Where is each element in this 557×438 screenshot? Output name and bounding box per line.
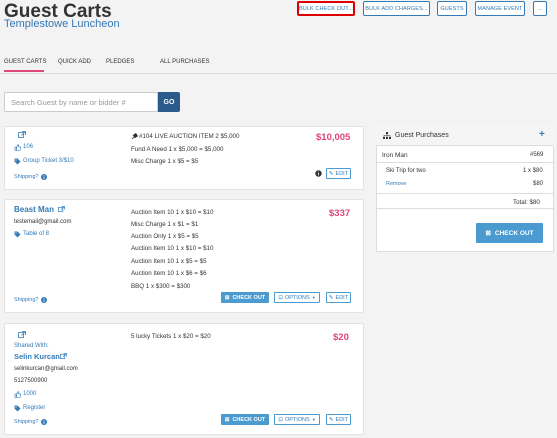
manage-event-button[interactable]: MANAGE EVENT xyxy=(475,1,525,16)
chevron-down-icon: ▼ xyxy=(311,417,316,422)
cart-item: #104 LIVE AUCTION ITEM 2 $5,000 xyxy=(139,133,240,140)
tab-all-purchases[interactable]: ALL PURCHASES xyxy=(160,59,209,65)
event-name-link[interactable]: Templestowe Luncheon xyxy=(4,18,120,30)
sitemap-icon xyxy=(383,132,391,139)
guests-button[interactable]: GUESTS xyxy=(437,1,467,16)
tab-pledges[interactable]: PLEDGES xyxy=(106,59,134,65)
purchase-item-qty: 1 x $80 xyxy=(523,168,543,174)
bidder-number[interactable]: 1000 xyxy=(23,391,36,397)
thumbs-up-icon xyxy=(14,391,21,398)
divider xyxy=(376,208,554,209)
cart-total: $337 xyxy=(329,208,351,219)
add-purchase-icon[interactable]: + xyxy=(539,129,545,140)
info-icon xyxy=(41,297,47,303)
guest-name[interactable]: Selin Kurcan xyxy=(14,352,60,361)
cart-total: $20 xyxy=(333,332,349,343)
chevron-down-icon: ▼ xyxy=(311,295,316,300)
shipping-link[interactable]: Shipping? xyxy=(14,174,38,180)
info-icon[interactable] xyxy=(315,170,322,177)
panel-checkout-button[interactable]: ⊠ CHECK OUT xyxy=(476,223,543,243)
register-tag[interactable]: Register xyxy=(23,405,45,411)
cart-item: Fund A Need 1 x $5,000 = $5,000 xyxy=(131,146,224,153)
tab-guest-carts[interactable]: GUEST CARTS xyxy=(4,59,46,65)
active-tab-indicator xyxy=(4,70,44,72)
guest-search-input[interactable]: Search Guest by name or bidder # xyxy=(4,92,158,112)
cart-icon: ⊠ xyxy=(224,294,230,301)
ticket-tag[interactable]: Group Ticket 3/$10 xyxy=(23,158,74,164)
tab-quick-add[interactable]: QUICK ADD xyxy=(58,59,91,65)
guest-phone: 5127500900 xyxy=(14,378,48,384)
purchase-item-total: $80 xyxy=(533,181,544,187)
cart-item: Auction Item 10 1 x $5 = $5 xyxy=(131,258,207,265)
tab-divider xyxy=(0,73,557,74)
divider xyxy=(376,193,554,194)
edit-button[interactable]: ✎ EDIT xyxy=(326,292,351,303)
shared-with-label: Shared With: xyxy=(14,343,49,349)
options-icon: ⊡ xyxy=(278,416,283,423)
cart-item: Misc Charge 1 x $1 = $1 xyxy=(131,221,199,228)
options-dropdown[interactable]: ⊡ OPTIONS ▼ xyxy=(274,292,320,303)
cart-item: BBQ 1 x $300 = $300 xyxy=(131,283,191,290)
guest-email: testemail@gmail.com xyxy=(14,219,72,225)
external-link-icon[interactable] xyxy=(58,206,65,213)
guest-name[interactable]: Beast Man xyxy=(14,205,54,214)
cart-icon: ⊠ xyxy=(224,416,230,423)
cart-item: Misc Charge 1 x $5 = $5 xyxy=(131,158,199,165)
cart-item: Auction Item 10 1 x $6 = $6 xyxy=(131,270,207,277)
edit-icon: ✎ xyxy=(328,170,334,177)
guest-email: selinkurcan@gmail.com xyxy=(14,366,78,372)
cart-icon: ⊠ xyxy=(485,230,491,237)
checkout-button[interactable]: ⊠ CHECK OUT xyxy=(221,414,269,425)
edit-button[interactable]: ✎ EDIT xyxy=(326,168,351,179)
external-link-icon[interactable] xyxy=(18,331,26,339)
info-icon xyxy=(41,419,47,425)
bidder-number[interactable]: 106 xyxy=(23,144,33,150)
more-button[interactable]: ... xyxy=(533,1,547,16)
purchase-total: Total: $80 xyxy=(513,199,540,206)
edit-icon: ✎ xyxy=(328,294,334,301)
divider xyxy=(376,162,554,163)
purchase-guest-number: #569 xyxy=(530,152,544,158)
cart-total: $10,005 xyxy=(316,132,351,143)
edit-button[interactable]: ✎ EDIT xyxy=(326,414,351,425)
bulk-add-charges-button[interactable]: BULK ADD CHARGES... xyxy=(363,1,430,16)
external-link-icon[interactable] xyxy=(60,353,67,360)
shipping-link[interactable]: Shipping? xyxy=(14,419,38,425)
edit-icon: ✎ xyxy=(328,416,334,423)
tag-icon xyxy=(14,231,21,238)
purchase-guest-name: Iron Man xyxy=(382,152,408,159)
tag-icon xyxy=(14,158,21,165)
cart-item: Auction Item 10 1 x $10 = $10 xyxy=(131,245,214,252)
bulk-checkout-button[interactable]: BULK CHECK OUT... xyxy=(297,1,355,16)
shipping-link[interactable]: Shipping? xyxy=(14,297,38,303)
thumbs-up-icon xyxy=(14,144,21,151)
options-dropdown[interactable]: ⊡ OPTIONS ▼ xyxy=(274,414,320,425)
external-link-icon[interactable] xyxy=(18,131,26,139)
table-tag[interactable]: Table of 8 xyxy=(23,231,49,237)
cart-item: 5 lucky Tickets 1 x $20 = $20 xyxy=(131,333,211,340)
cart-item: Auction Only 1 x $5 = $5 xyxy=(131,233,199,240)
info-icon xyxy=(41,174,47,180)
options-icon: ⊡ xyxy=(278,294,283,301)
search-go-button[interactable]: GO xyxy=(158,92,180,112)
checkout-button[interactable]: ⊠ CHECK OUT xyxy=(221,292,269,303)
purchase-item-name: Ski Trip for two xyxy=(386,168,426,174)
panel-title: Guest Purchases xyxy=(395,132,449,139)
cart-item: Auction Item 10 1 x $10 = $10 xyxy=(131,209,214,216)
tag-icon xyxy=(14,405,21,412)
remove-link[interactable]: Remove xyxy=(386,181,406,187)
gavel-icon xyxy=(131,133,138,140)
